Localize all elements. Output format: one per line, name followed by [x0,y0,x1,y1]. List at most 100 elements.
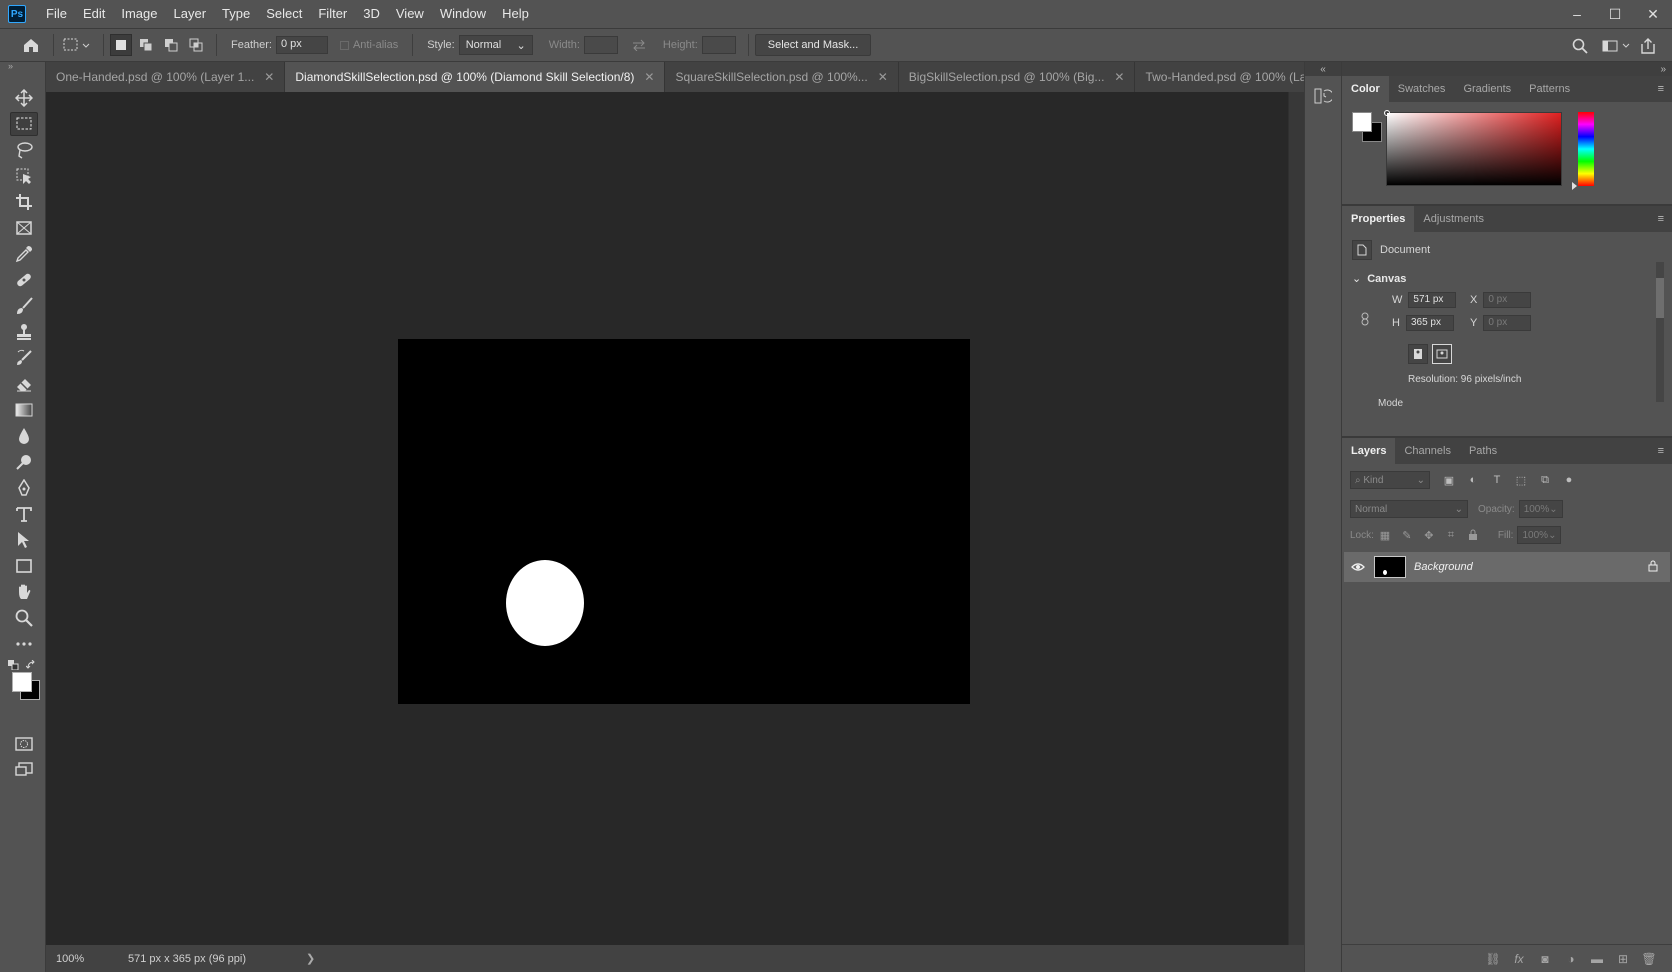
tab-adjustments[interactable]: Adjustments [1414,206,1493,232]
lock-transparent-pixels-icon[interactable]: ▦ [1374,526,1396,544]
home-icon[interactable] [18,34,44,56]
screen-mode-icon[interactable] [10,758,38,782]
smart-object-filter-icon[interactable]: ⧉ [1534,471,1556,489]
history-brush-tool-icon[interactable] [10,346,38,370]
rectangle-tool-icon[interactable] [10,554,38,578]
menu-filter[interactable]: Filter [310,0,355,28]
collapse-panels-icon[interactable]: » [1342,62,1672,76]
quick-mask-icon[interactable] [10,732,38,756]
layer-name[interactable]: Background [1414,561,1473,573]
height-input[interactable] [701,36,736,54]
clone-stamp-tool-icon[interactable] [10,320,38,344]
close-icon[interactable]: ✕ [878,70,888,84]
object-selection-tool-icon[interactable] [10,164,38,188]
eraser-tool-icon[interactable] [10,372,38,396]
pen-tool-icon[interactable] [10,476,38,500]
brush-tool-icon[interactable] [10,294,38,318]
swap-width-height-icon[interactable] [628,34,650,56]
add-mask-icon[interactable]: ◙ [1532,952,1558,966]
intersect-selection-icon[interactable] [185,34,207,56]
swap-colors-icon[interactable] [25,659,38,670]
history-panel-icon[interactable] [1310,84,1336,108]
document-tab[interactable]: BigSkillSelection.psd @ 100% (Big... ✕ [898,62,1136,92]
close-icon[interactable]: ✕ [264,70,274,84]
menu-view[interactable]: View [388,0,432,28]
expand-toolbar-icon[interactable]: » [0,62,45,72]
path-selection-tool-icon[interactable] [10,528,38,552]
vertical-scrollbar[interactable] [1288,92,1304,945]
tab-swatches[interactable]: Swatches [1389,76,1455,102]
canvas-y-field[interactable]: 0 px [1483,315,1532,331]
close-window-button[interactable]: ✕ [1634,0,1672,28]
canvas-x-field[interactable]: 0 px [1483,292,1532,308]
close-icon[interactable]: ✕ [1114,70,1124,84]
hue-slider-handle[interactable] [1572,182,1577,190]
menu-edit[interactable]: Edit [75,0,113,28]
document-tab[interactable]: One-Handed.psd @ 100% (Layer 1... ✕ [46,62,286,92]
tab-gradients[interactable]: Gradients [1454,76,1520,102]
blend-mode-select[interactable]: Normal ⌄ [1350,500,1468,518]
marquee-preset-picker[interactable] [60,34,94,56]
status-menu-arrow-icon[interactable]: ❯ [306,952,315,965]
default-colors-icon[interactable] [8,660,20,671]
new-layer-icon[interactable]: ⊞ [1610,952,1636,966]
canvas-width-field[interactable]: 571 px [1408,292,1457,308]
maximize-button[interactable]: ☐ [1596,0,1634,28]
crop-tool-icon[interactable] [10,190,38,214]
add-to-selection-icon[interactable] [135,34,157,56]
hue-slider[interactable] [1578,112,1594,186]
feather-input[interactable]: 0 px [275,36,328,54]
healing-brush-tool-icon[interactable] [10,268,38,292]
menu-type[interactable]: Type [214,0,258,28]
adjustment-layer-filter-icon[interactable]: ◐ [1462,471,1484,489]
delete-layer-icon[interactable]: 🗑 [1636,952,1662,966]
search-icon[interactable] [1569,35,1591,57]
opacity-field[interactable]: 100% ⌄ [1518,500,1563,518]
color-picker-marker[interactable] [1384,110,1390,116]
layer-row[interactable]: Background [1344,552,1670,582]
menu-layer[interactable]: Layer [166,0,215,28]
menu-3d[interactable]: 3D [355,0,388,28]
subtract-from-selection-icon[interactable] [160,34,182,56]
canvas-height-field[interactable]: 365 px [1405,315,1454,331]
menu-window[interactable]: Window [432,0,494,28]
type-tool-icon[interactable] [10,502,38,526]
eyedropper-tool-icon[interactable] [10,242,38,266]
canvas-workspace[interactable] [46,92,1304,945]
zoom-tool-icon[interactable] [10,606,38,630]
panel-menu-icon[interactable]: ≡ [1658,213,1664,225]
link-layers-icon[interactable]: ⛓ [1480,952,1506,966]
tab-color[interactable]: Color [1342,76,1389,102]
type-layer-filter-icon[interactable]: T [1486,471,1508,489]
workspace-switcher-icon[interactable] [1600,35,1634,57]
menu-file[interactable]: File [38,0,75,28]
document-canvas[interactable] [398,339,970,704]
gradient-tool-icon[interactable] [10,398,38,422]
frame-tool-icon[interactable] [10,216,38,240]
landscape-orientation-icon[interactable] [1432,344,1452,364]
tab-paths[interactable]: Paths [1460,438,1506,464]
blur-tool-icon[interactable] [10,424,38,448]
properties-scrollbar[interactable] [1656,262,1664,402]
antialias-checkbox[interactable]: Anti-alias [339,39,402,51]
document-tab-active[interactable]: DiamondSkillSelection.psd @ 100% (Diamon… [285,62,666,92]
lasso-tool-icon[interactable] [10,138,38,162]
filter-toggle-icon[interactable]: ● [1558,471,1580,489]
tab-patterns[interactable]: Patterns [1520,76,1579,102]
menu-help[interactable]: Help [494,0,537,28]
link-dimensions-icon[interactable] [1360,312,1370,329]
close-icon[interactable]: ✕ [644,70,654,84]
zoom-level-field[interactable]: 100% [46,953,98,965]
new-selection-icon[interactable] [110,34,132,56]
panel-menu-icon[interactable]: ≡ [1658,83,1664,95]
move-tool-icon[interactable] [10,86,38,110]
new-group-icon[interactable]: ▬ [1584,952,1610,966]
menu-image[interactable]: Image [113,0,165,28]
lock-all-icon[interactable] [1462,526,1484,544]
tab-properties[interactable]: Properties [1342,206,1415,232]
fill-field[interactable]: 100% ⌄ [1517,526,1562,544]
panel-menu-icon[interactable]: ≡ [1658,445,1664,457]
kind-filter-select[interactable]: ⌕ Kind ⌄ [1350,471,1430,489]
select-and-mask-button[interactable]: Select and Mask... [754,34,872,56]
collapse-dock-icon[interactable]: « [1305,62,1341,76]
